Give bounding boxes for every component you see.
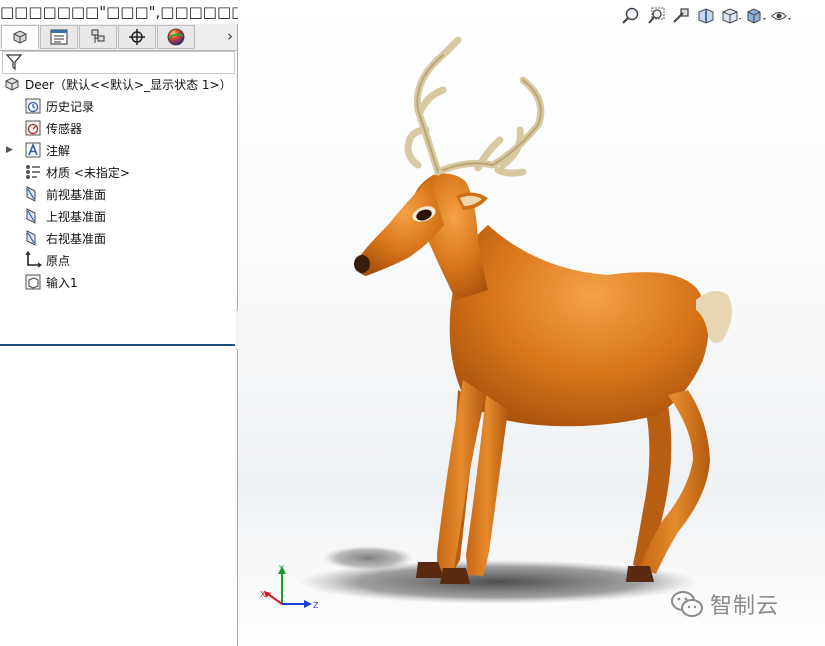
configuration-manager-tab[interactable] xyxy=(79,25,117,49)
expand-arrow-icon[interactable]: ▶ xyxy=(6,145,13,155)
feature-manager-tab[interactable] xyxy=(1,25,39,49)
origin-icon xyxy=(25,251,42,268)
coordinate-triad: X Y Z xyxy=(260,564,319,610)
tree-root-part[interactable]: Deer（默认<<默认>_显示状态 1>） xyxy=(3,74,232,94)
tree-item-label: 材质 <未指定> xyxy=(46,165,130,180)
tree-item-front-plane[interactable]: 前视基准面 xyxy=(24,184,106,204)
tree-item-right-plane[interactable]: 右视基准面 xyxy=(24,228,106,248)
plane-icon xyxy=(26,208,36,224)
appearance-sphere-icon xyxy=(167,28,185,46)
tree-root-label: Deer（默认<<默认>_显示状态 1>） xyxy=(25,77,232,92)
plane-icon xyxy=(26,230,36,246)
funnel-icon xyxy=(5,54,23,71)
property-manager-tab[interactable] xyxy=(40,25,78,49)
display-manager-tab[interactable] xyxy=(157,25,195,49)
tree-item-material[interactable]: 材质 <未指定> xyxy=(24,162,130,182)
tree-item-imported-body[interactable]: 输入1 xyxy=(24,272,78,292)
history-icon xyxy=(25,98,41,114)
wechat-icon xyxy=(671,591,703,617)
tree-item-label: 上视基准面 xyxy=(46,209,107,224)
sensor-icon xyxy=(25,120,41,136)
crosshair-icon xyxy=(129,29,145,45)
dimxpert-manager-tab[interactable] xyxy=(118,25,156,49)
part-icon xyxy=(5,77,19,91)
tree-item-label: 右视基准面 xyxy=(46,231,107,246)
manager-tabs: › xyxy=(0,24,237,51)
tree-filter[interactable] xyxy=(2,51,235,74)
triad-y-label: Y xyxy=(278,564,284,573)
window-caption: □□□□□□□"□□□",□□□□□□ xyxy=(0,0,238,24)
feature-manager-panel: › Deer（默认<<默认>_显示状态 1>） 历史记录 传感器 ▶ 注解 材质… xyxy=(0,24,238,646)
triad-x-label: X xyxy=(260,590,266,599)
configuration-manager-icon xyxy=(91,29,105,43)
tabs-scroll-chevron-icon[interactable]: › xyxy=(227,27,233,45)
triad-z-label: Z xyxy=(313,601,319,610)
tree-item-label: 历史记录 xyxy=(46,99,95,114)
material-icon xyxy=(26,165,40,179)
tree-item-top-plane[interactable]: 上视基准面 xyxy=(24,206,106,226)
tree-item-label: 注解 xyxy=(46,143,71,158)
property-manager-icon xyxy=(50,29,68,45)
tree-item-sensors[interactable]: 传感器 xyxy=(24,118,82,138)
tree-item-label: 传感器 xyxy=(46,121,83,136)
watermark-text: 智制云 xyxy=(710,594,780,619)
rollback-bar[interactable] xyxy=(0,344,235,346)
graphics-viewport[interactable]: X Y Z xyxy=(238,0,825,646)
tree-item-label: 输入1 xyxy=(46,275,78,290)
plane-icon xyxy=(26,186,36,202)
imported-body-icon xyxy=(25,274,41,290)
annotation-icon xyxy=(25,142,41,158)
deer-model[interactable] xyxy=(238,0,825,646)
tree-item-label: 前视基准面 xyxy=(46,187,107,202)
tree-item-annotations[interactable]: 注解 xyxy=(24,140,70,160)
tree-item-origin[interactable]: 原点 xyxy=(24,250,70,270)
part-tree-icon xyxy=(13,30,27,44)
tree-item-history[interactable]: 历史记录 xyxy=(24,96,94,116)
watermark: 智制云 xyxy=(670,588,779,620)
tree-item-label: 原点 xyxy=(46,253,71,268)
